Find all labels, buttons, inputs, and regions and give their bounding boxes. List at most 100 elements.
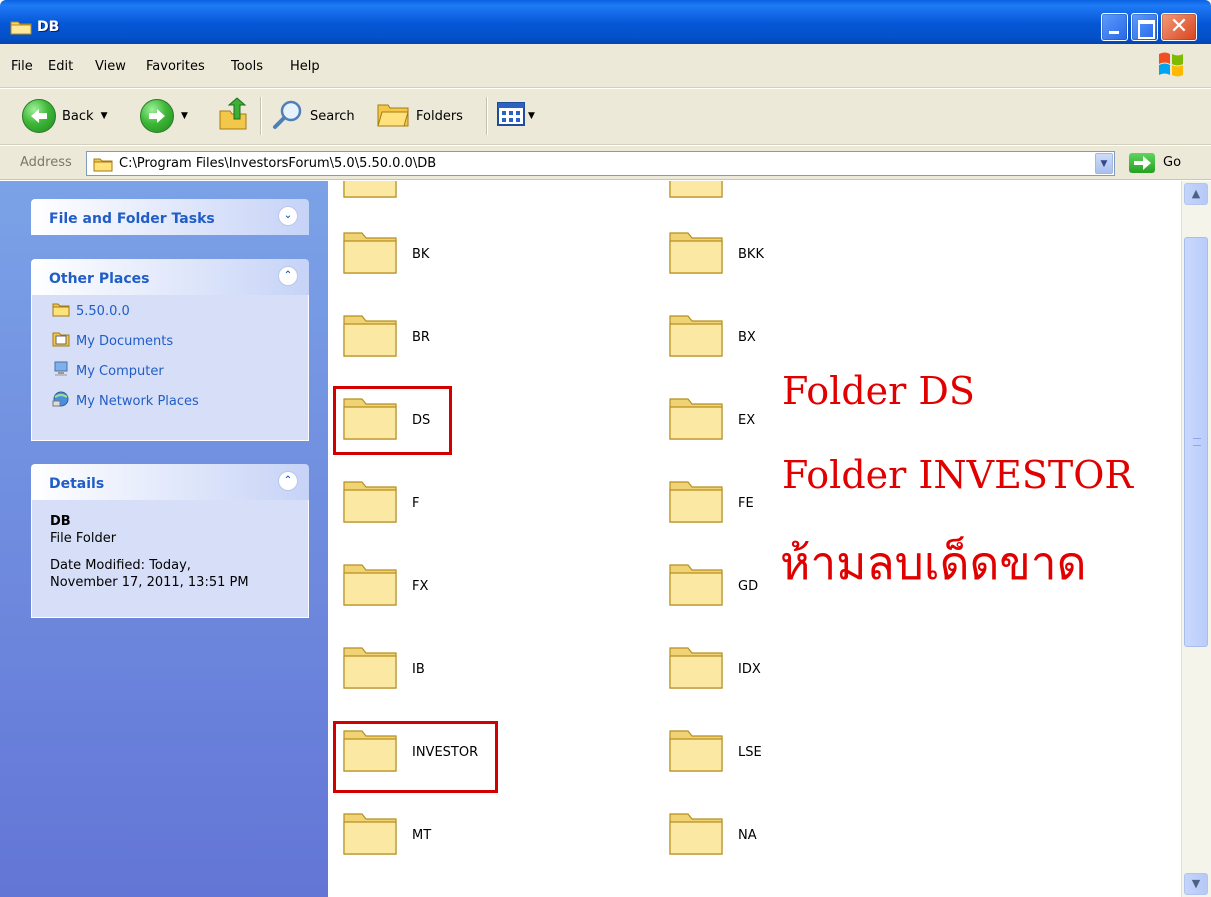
collapse-chevron-icon[interactable]: ⌃	[278, 471, 298, 491]
go-arrow-icon[interactable]	[1129, 153, 1155, 173]
annotation-line: ห้ามลบเด็ดขาด	[780, 536, 1087, 590]
toolbar: Back ▼ ▼ Search Folders ▼	[0, 89, 1211, 145]
panel-title: Other Places	[49, 271, 150, 287]
folder-item[interactable]: F	[342, 476, 419, 530]
folder-label: FX	[412, 578, 429, 594]
details-date-line: Date Modified: Today,	[50, 558, 191, 573]
folder-item[interactable]: BKK	[668, 227, 764, 281]
views-button[interactable]: ▼	[496, 96, 535, 136]
address-label: Address	[20, 155, 72, 170]
expand-chevron-icon[interactable]: ⌄	[278, 206, 298, 226]
folder-label: IB	[412, 661, 425, 677]
place-item-my-computer[interactable]: My Computer	[52, 361, 164, 381]
details-name: DB	[50, 514, 71, 529]
folder-icon	[668, 393, 724, 447]
folder-icon	[668, 476, 724, 530]
back-button[interactable]: Back ▼	[22, 96, 107, 136]
folder-item[interactable]: BX	[668, 310, 756, 364]
panel-header[interactable]: File and Folder Tasks ⌄	[31, 199, 309, 235]
address-dropdown-icon[interactable]: ▼	[1095, 153, 1113, 174]
folder-label: MT	[412, 827, 432, 843]
views-icon	[496, 101, 526, 131]
folder-item[interactable]: LSE	[668, 725, 762, 779]
menu-tools[interactable]: Tools	[231, 59, 263, 74]
scroll-thumb[interactable]	[1184, 237, 1208, 647]
forward-button[interactable]: ▼	[140, 96, 188, 136]
forward-dropdown-icon[interactable]: ▼	[181, 111, 188, 121]
folder-icon	[668, 808, 724, 862]
scroll-down-button[interactable]: ▼	[1184, 873, 1208, 895]
scroll-up-button[interactable]: ▲	[1184, 183, 1208, 205]
menu-view[interactable]: View	[95, 59, 126, 74]
details-panel: Details ⌃ DB File Folder Date Modified: …	[31, 464, 309, 618]
menu-edit[interactable]: Edit	[48, 59, 73, 74]
folder-item[interactable]: MT	[342, 808, 431, 862]
window-title: DB	[37, 19, 60, 35]
folder-icon	[342, 559, 398, 613]
folder-label: IDX	[738, 661, 761, 677]
menu-favorites[interactable]: Favorites	[146, 59, 205, 74]
panel-header[interactable]: Other Places ⌃	[31, 259, 309, 295]
folder-label: EX	[738, 412, 756, 428]
folder-item[interactable]: FE	[668, 476, 754, 530]
close-icon: ✕	[1169, 14, 1189, 39]
place-item-my-documents[interactable]: My Documents	[52, 331, 173, 351]
address-path: C:\Program Files\InvestorsForum\5.0\5.50…	[119, 156, 437, 171]
folders-button[interactable]: Folders	[376, 96, 463, 136]
folder-item[interactable]: IB	[342, 642, 425, 696]
vertical-scrollbar[interactable]: ▲ ▼	[1181, 181, 1211, 897]
highlight-box-ds	[333, 386, 452, 455]
folder-label: BKK	[738, 246, 764, 262]
folder-item[interactable]: FX	[342, 559, 428, 613]
place-item-5.50.0.0[interactable]: 5.50.0.0	[52, 301, 130, 321]
address-field[interactable]: C:\Program Files\InvestorsForum\5.0\5.50…	[86, 151, 1115, 176]
panel-body: DB File Folder Date Modified: Today, Nov…	[31, 500, 309, 618]
up-folder-button[interactable]	[218, 96, 250, 136]
highlight-box-investor	[333, 721, 498, 793]
folder-icon	[342, 642, 398, 696]
folder-item[interactable]: BR	[342, 310, 430, 364]
folder-icon	[52, 301, 70, 321]
panel-body: 5.50.0.0 My Documents My Computer My Net…	[31, 295, 309, 441]
annotation-line: Folder DS	[782, 369, 975, 413]
panel-title: Details	[49, 476, 105, 492]
folder-label: NA	[738, 827, 757, 843]
search-button[interactable]: Search	[272, 96, 355, 136]
panel-header[interactable]: Details ⌃	[31, 464, 309, 500]
minimize-button[interactable]	[1101, 13, 1128, 41]
network-places-icon	[52, 391, 70, 411]
folder-icon	[342, 227, 398, 281]
maximize-button[interactable]	[1131, 13, 1158, 41]
details-type: File Folder	[50, 531, 117, 546]
search-icon	[272, 98, 304, 134]
folder-icon	[668, 227, 724, 281]
file-list-view[interactable]: BK BR DS F FX IB INVESTOR MT BKK BX EX F…	[328, 181, 1181, 897]
folder-item[interactable]: NA	[668, 808, 757, 862]
grip-icon	[1193, 438, 1201, 446]
views-dropdown-icon[interactable]: ▼	[528, 111, 535, 121]
panel-title: File and Folder Tasks	[49, 211, 215, 227]
collapse-chevron-icon[interactable]: ⌃	[278, 266, 298, 286]
folder-item[interactable]: BK	[342, 227, 429, 281]
close-button[interactable]: ✕	[1161, 13, 1197, 41]
address-bar: Address C:\Program Files\InvestorsForum\…	[0, 146, 1211, 180]
folder-icon	[668, 642, 724, 696]
folders-label: Folders	[416, 108, 463, 124]
folder-icon	[10, 19, 32, 39]
menu-file[interactable]: File	[11, 59, 33, 74]
menu-help[interactable]: Help	[290, 59, 320, 74]
folder-item[interactable]: IDX	[668, 642, 761, 696]
folder-icon[interactable]	[668, 181, 724, 203]
title-bar[interactable]: DB ✕	[0, 0, 1211, 44]
back-dropdown-icon[interactable]: ▼	[101, 111, 108, 121]
go-button[interactable]: Go	[1163, 155, 1181, 170]
folders-icon	[376, 99, 410, 133]
place-item-my-network-places[interactable]: My Network Places	[52, 391, 199, 411]
folder-icon[interactable]	[342, 181, 398, 203]
folder-item[interactable]: EX	[668, 393, 755, 447]
folder-icon	[342, 310, 398, 364]
forward-arrow-icon	[140, 99, 174, 133]
folder-item[interactable]: GD	[668, 559, 758, 613]
windows-logo-icon	[1156, 50, 1186, 82]
place-label: My Computer	[76, 363, 164, 379]
